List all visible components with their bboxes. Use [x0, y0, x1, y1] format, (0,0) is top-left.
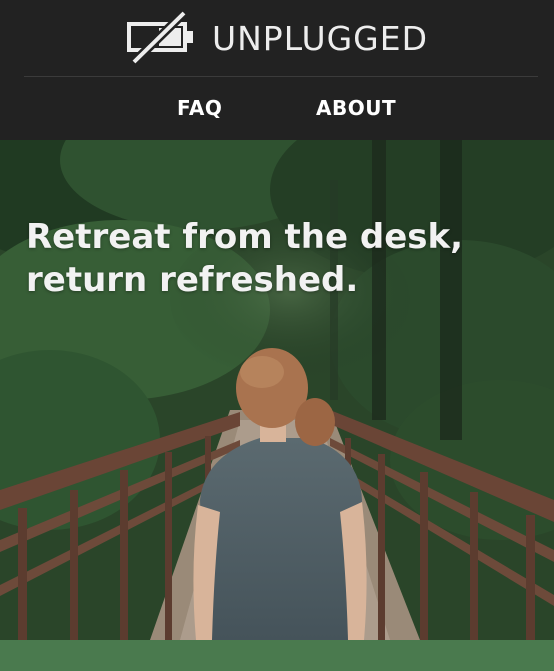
brand-logo[interactable]: UNPLUGGED	[0, 8, 554, 68]
nav-about-link[interactable]: ABOUT	[316, 96, 396, 120]
hero-headline: Retreat from the desk, return refreshed.	[26, 216, 506, 302]
footer-accent-bar	[0, 640, 554, 671]
hero-section: Retreat from the desk, return refreshed.	[0, 140, 554, 640]
hero-headline-line2: return refreshed.	[26, 260, 359, 300]
site-header: UNPLUGGED FAQ ABOUT	[0, 0, 554, 140]
brand-name: UNPLUGGED	[211, 18, 429, 58]
main-nav: FAQ ABOUT	[0, 96, 554, 130]
hero-headline-line1: Retreat from the desk,	[26, 217, 464, 257]
nav-faq-link[interactable]: FAQ	[177, 96, 222, 120]
battery-slash-icon	[126, 10, 193, 66]
hero-image-forest-bridge	[0, 140, 554, 640]
header-divider	[24, 76, 538, 77]
